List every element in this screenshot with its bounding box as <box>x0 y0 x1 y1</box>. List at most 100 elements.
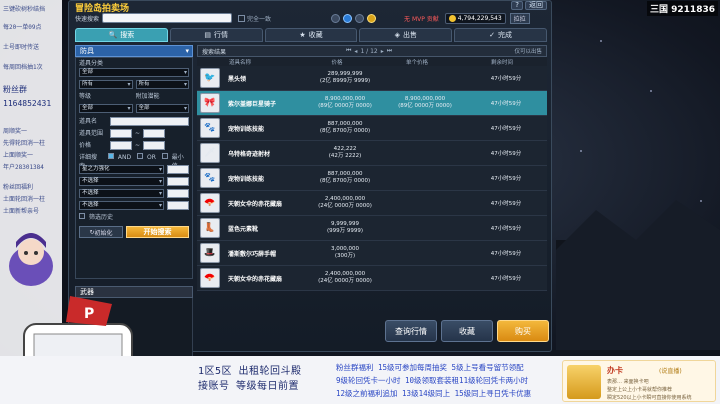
star-coin-icon <box>367 13 377 23</box>
tab-label: 行情 <box>214 31 228 39</box>
overlay-fan-group: 粉丝群 <box>3 85 27 94</box>
col-price[interactable]: 价格 <box>297 58 377 66</box>
item-icon: 🪭 <box>200 268 220 288</box>
search-icon: 🔍 <box>108 31 118 39</box>
price-min-input[interactable] <box>110 141 132 150</box>
item-name: 蓝色元素靴 <box>228 225 259 233</box>
overlay-line: 周顺奖一 <box>3 128 28 135</box>
meso-amount: 4,794,229,543 <box>457 14 502 22</box>
table-row[interactable]: 🐾 宠物训练技能 887,000,000 (8亿 8700万 0000) 47小时… <box>197 166 547 191</box>
tab-market[interactable]: ▤ 行情 <box>169 28 263 42</box>
col-unit-price[interactable]: 单个价格 <box>377 58 457 66</box>
notif-line: 表那… 来面换卡吧 <box>607 379 649 385</box>
option-select-2[interactable]: 不选择 <box>79 177 164 186</box>
price-detail: (300万) <box>334 253 356 259</box>
table-row[interactable]: 🐾 宠物训练技能 887,000,000 (8亿 8700万 0000) 47小时… <box>197 116 547 141</box>
and-radio[interactable] <box>108 153 114 159</box>
tab-complete[interactable]: ✓ 完成 <box>454 28 547 42</box>
item-name-input[interactable] <box>110 117 189 126</box>
tab-favorites[interactable]: ★ 收藏 <box>264 28 358 42</box>
range-max-input[interactable] <box>143 129 166 138</box>
table-row[interactable]: 🪭 天朝女伞的赤花藏扇 2,400,000,000 (24亿 0000万 0000… <box>197 266 547 291</box>
window-controls: ? 返回 <box>511 1 547 10</box>
results-header: 搜索结果 ⏮ ◂ 1 / 12 ▸ ⏭ 仅可以出售 <box>197 45 547 57</box>
exact-match-label: 完全一致 <box>247 15 272 23</box>
type-label: 道具分类 <box>79 60 104 67</box>
item-time: 47小时59分 <box>490 151 522 157</box>
history-checkbox[interactable] <box>79 213 85 219</box>
category-dropdown[interactable]: 防具 ▾ <box>75 45 193 57</box>
character-portrait <box>9 233 53 286</box>
price-max-input[interactable] <box>143 141 166 150</box>
item-name: 天朝女伞的赤花藏扇 <box>228 275 283 283</box>
price-detail: (24亿 0000万 0000) <box>318 203 372 209</box>
price-value: 8,900,000,000 <box>324 96 366 102</box>
next-page-icon[interactable]: ▸ <box>381 48 384 55</box>
option-select-4[interactable]: 不选择 <box>79 201 164 210</box>
game-scene <box>556 10 720 350</box>
reset-label: 初始化 <box>94 229 113 237</box>
overlay-fan-number: 1164852431 <box>3 99 52 108</box>
option-value-2[interactable] <box>167 177 189 186</box>
col-time[interactable]: 剩余时间 <box>457 58 547 66</box>
option-value-3[interactable] <box>167 189 189 198</box>
price-detail: (8亿 8700万 0000) <box>319 178 371 184</box>
market-price-button[interactable]: 查询行情 <box>385 320 437 342</box>
option-value-4[interactable] <box>167 201 189 210</box>
price-value: 9,999,999 <box>331 221 359 227</box>
banner-line: 接账号 等级每日前置 <box>198 381 300 392</box>
reset-button[interactable]: ↻ 初始化 <box>79 226 123 238</box>
sort-button[interactable]: 拉拉 <box>509 12 530 24</box>
first-page-icon[interactable]: ⏮ <box>346 47 351 55</box>
favorite-button[interactable]: 收藏 <box>441 320 493 342</box>
table-row[interactable]: 🪭 天朝女伞的赤花藏扇 2,400,000,000 (24亿 0000万 0000… <box>197 191 547 216</box>
search-input[interactable] <box>102 13 233 23</box>
or-radio[interactable] <box>137 153 143 159</box>
min-checkbox[interactable] <box>161 153 168 159</box>
stream-room-id: 三国 9211836 <box>647 1 718 16</box>
subtype2-select[interactable]: 所有 <box>135 80 189 89</box>
tab-sell[interactable]: ◈ 出售 <box>359 28 453 42</box>
item-name: 宠物训练技能 <box>228 125 265 133</box>
grade-select[interactable]: 全部 <box>79 104 133 113</box>
tab-search[interactable]: 🔍 搜索 <box>75 28 168 42</box>
range-sep: ~ <box>135 130 141 137</box>
item-name: 天朝女伞的赤花藏扇 <box>228 200 283 208</box>
table-row[interactable]: 🎩 潘斯敷尔巧薛手帽 3,000,000 (300万) 47小时59分 <box>197 241 547 266</box>
unit-detail: (89亿 0000万 0000) <box>398 103 452 109</box>
col-name[interactable]: 道具名称 <box>197 58 297 66</box>
table-row[interactable]: 🐦 黑头领 289,999,999 (2亿 8999万 9999) 47小时59分 <box>197 66 547 91</box>
start-search-button[interactable]: 开始搜索 <box>126 226 189 238</box>
price-value: 2,400,000,000 <box>324 196 366 202</box>
option-select-3[interactable]: 不选择 <box>79 189 164 198</box>
page-indicator: 1 / 12 <box>360 47 378 55</box>
price-label: 价格 <box>79 142 92 149</box>
bonus-select[interactable]: 全部 <box>135 104 189 113</box>
sellable-only-toggle[interactable]: 仅可以出售 <box>514 47 542 55</box>
meso-coin-icon <box>448 14 456 22</box>
table-row[interactable]: 👢 蓝色元素靴 9,999,999 (999万 9999) 47小时59分 <box>197 216 547 241</box>
tab-label: 收藏 <box>308 31 323 39</box>
table-row-selected[interactable]: 🎀 紫尔盖娜巨星骑子 8,900,000,000 (89亿 0000万 0000)… <box>197 91 547 116</box>
item-price: 2,400,000,000 (24亿 0000万 0000) <box>305 196 385 210</box>
item-time: 47小时59分 <box>490 201 522 207</box>
help-button[interactable]: ? <box>511 1 523 10</box>
range-min-input[interactable] <box>110 129 132 138</box>
prev-page-icon[interactable]: ◂ <box>354 48 357 55</box>
mvp-label: 无 MVP 贡献 <box>404 15 439 23</box>
overlay-line: 粉丝回福利 <box>3 184 34 191</box>
exact-match-checkbox[interactable] <box>238 14 246 22</box>
banner-line: 9级轮回凭卡一小时 10级领取套装租11级轮回凭卡两小时 <box>336 376 529 385</box>
tab-label: 搜索 <box>120 31 135 39</box>
back-button[interactable]: 返回 <box>525 1 547 10</box>
buy-button[interactable]: 购买 <box>497 320 549 342</box>
meso-balance: 4,794,229,543 <box>444 12 506 24</box>
last-page-icon[interactable]: ⏭ <box>387 47 392 55</box>
option-select-1[interactable]: 星之力强化 <box>79 165 164 174</box>
table-row[interactable]: 🗡 乌特格奇迹射材 422,222 (42万 2222) 47小时59分 <box>197 141 547 166</box>
item-time: 47小时59分 <box>490 226 522 232</box>
type-select[interactable]: 全部 <box>79 68 189 77</box>
subtype-select[interactable]: 所有 <box>79 80 133 89</box>
banner-left: 1区5区 出租轮回斗殿 接账号 等级每日前置 <box>198 364 302 394</box>
option-value-1[interactable] <box>167 165 189 174</box>
